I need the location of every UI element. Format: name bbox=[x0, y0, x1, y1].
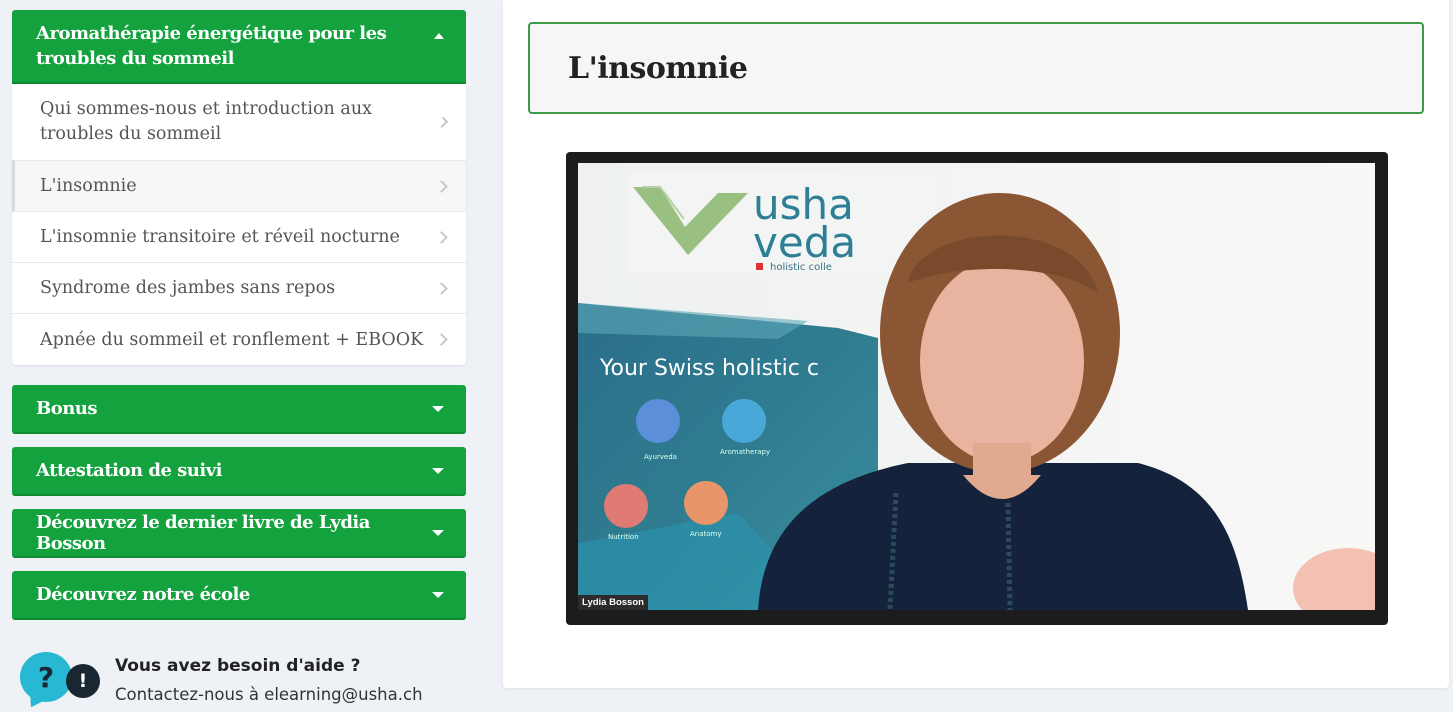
speaker-face bbox=[920, 259, 1084, 463]
caret-down-icon bbox=[432, 405, 444, 412]
speaker-name-label: Lydia Bosson bbox=[578, 595, 648, 610]
section-header-bonus[interactable]: Bonus bbox=[12, 385, 466, 434]
section-header-livre[interactable]: Découvrez le dernier livre de Lydia Boss… bbox=[12, 509, 466, 558]
section-title: Attestation de suivi bbox=[36, 460, 223, 481]
lesson-content: L'insomnie usha veda holistic colle Your… bbox=[503, 0, 1449, 688]
lesson-label: L'insomnie transitoire et réveil nocturn… bbox=[40, 227, 400, 247]
swiss-flag-icon bbox=[756, 263, 763, 270]
help-contact-link[interactable]: Contactez-nous à elearning@usha.ch bbox=[115, 685, 423, 704]
anatomy-icon bbox=[684, 481, 728, 525]
help-bubbles-icon: ? ! bbox=[18, 650, 104, 712]
lesson-item-active[interactable]: L'insomnie bbox=[12, 161, 466, 212]
icon-label-aromatherapy: Aromatherapy bbox=[720, 448, 770, 456]
section-title: Aromathérapie énergétique pour les troub… bbox=[36, 23, 387, 69]
section-title: Découvrez le dernier livre de Lydia Boss… bbox=[36, 511, 370, 554]
help-box: ? ! Vous avez besoin d'aide ? Contactez-… bbox=[18, 650, 423, 712]
lesson-label: Qui sommes-nous et introduction aux trou… bbox=[40, 99, 372, 144]
chevron-right-icon bbox=[435, 230, 448, 244]
section-header-attestation[interactable]: Attestation de suivi bbox=[12, 447, 466, 496]
lesson-item[interactable]: Syndrome des jambes sans repos bbox=[12, 263, 466, 314]
section-header-aromatherapie[interactable]: Aromathérapie énergétique pour les troub… bbox=[12, 10, 466, 84]
icon-label-anatomy: Anatomy bbox=[690, 530, 722, 538]
caret-up-icon bbox=[434, 33, 444, 39]
ayurveda-icon bbox=[636, 399, 680, 443]
nutrition-icon bbox=[604, 484, 648, 528]
section-title: Bonus bbox=[36, 398, 98, 419]
icon-label-nutrition: Nutrition bbox=[608, 533, 639, 541]
lesson-list: Qui sommes-nous et introduction aux trou… bbox=[12, 84, 466, 365]
question-bubble-icon: ? bbox=[20, 652, 72, 702]
lesson-label: L'insomnie bbox=[40, 176, 137, 196]
logo-text-veda: veda bbox=[753, 218, 856, 267]
caret-down-icon bbox=[432, 529, 444, 536]
chevron-right-icon bbox=[435, 333, 448, 346]
lesson-item[interactable]: L'insomnie transitoire et réveil nocturn… bbox=[12, 212, 466, 263]
chevron-right-icon bbox=[435, 179, 448, 193]
section-title: Découvrez notre école bbox=[36, 584, 250, 605]
caret-down-icon bbox=[432, 467, 444, 474]
banner-text: Your Swiss holistic c bbox=[599, 356, 819, 381]
lesson-label: Apnée du sommeil et ronflement + EBOOK bbox=[40, 329, 424, 350]
exclamation-bubble-icon: ! bbox=[66, 664, 100, 698]
chevron-right-icon bbox=[435, 281, 448, 295]
lesson-item[interactable]: Apnée du sommeil et ronflement + EBOOK bbox=[12, 314, 466, 365]
course-sidebar: Aromathérapie énergétique pour les troub… bbox=[12, 10, 466, 633]
lesson-label: Syndrome des jambes sans repos bbox=[40, 278, 336, 298]
video-player[interactable]: usha veda holistic colle Your Swiss holi… bbox=[566, 152, 1388, 625]
help-title: Vous avez besoin d'aide ? bbox=[115, 656, 361, 676]
aromatherapy-icon bbox=[722, 399, 766, 443]
caret-down-icon bbox=[432, 591, 444, 598]
collapsed-sections: Bonus Attestation de suivi Découvrez le … bbox=[12, 385, 466, 620]
video-frame-image[interactable]: usha veda holistic colle Your Swiss holi… bbox=[578, 163, 1375, 610]
lesson-title: L'insomnie bbox=[568, 50, 748, 86]
lesson-title-box: L'insomnie bbox=[528, 22, 1424, 114]
lesson-item[interactable]: Qui sommes-nous et introduction aux trou… bbox=[12, 84, 466, 161]
icon-label-ayurveda: Ayurveda bbox=[644, 453, 677, 461]
section-header-ecole[interactable]: Découvrez notre école bbox=[12, 571, 466, 620]
video-scene: usha veda holistic colle Your Swiss holi… bbox=[578, 163, 1375, 610]
logo-tagline: holistic colle bbox=[770, 262, 832, 273]
